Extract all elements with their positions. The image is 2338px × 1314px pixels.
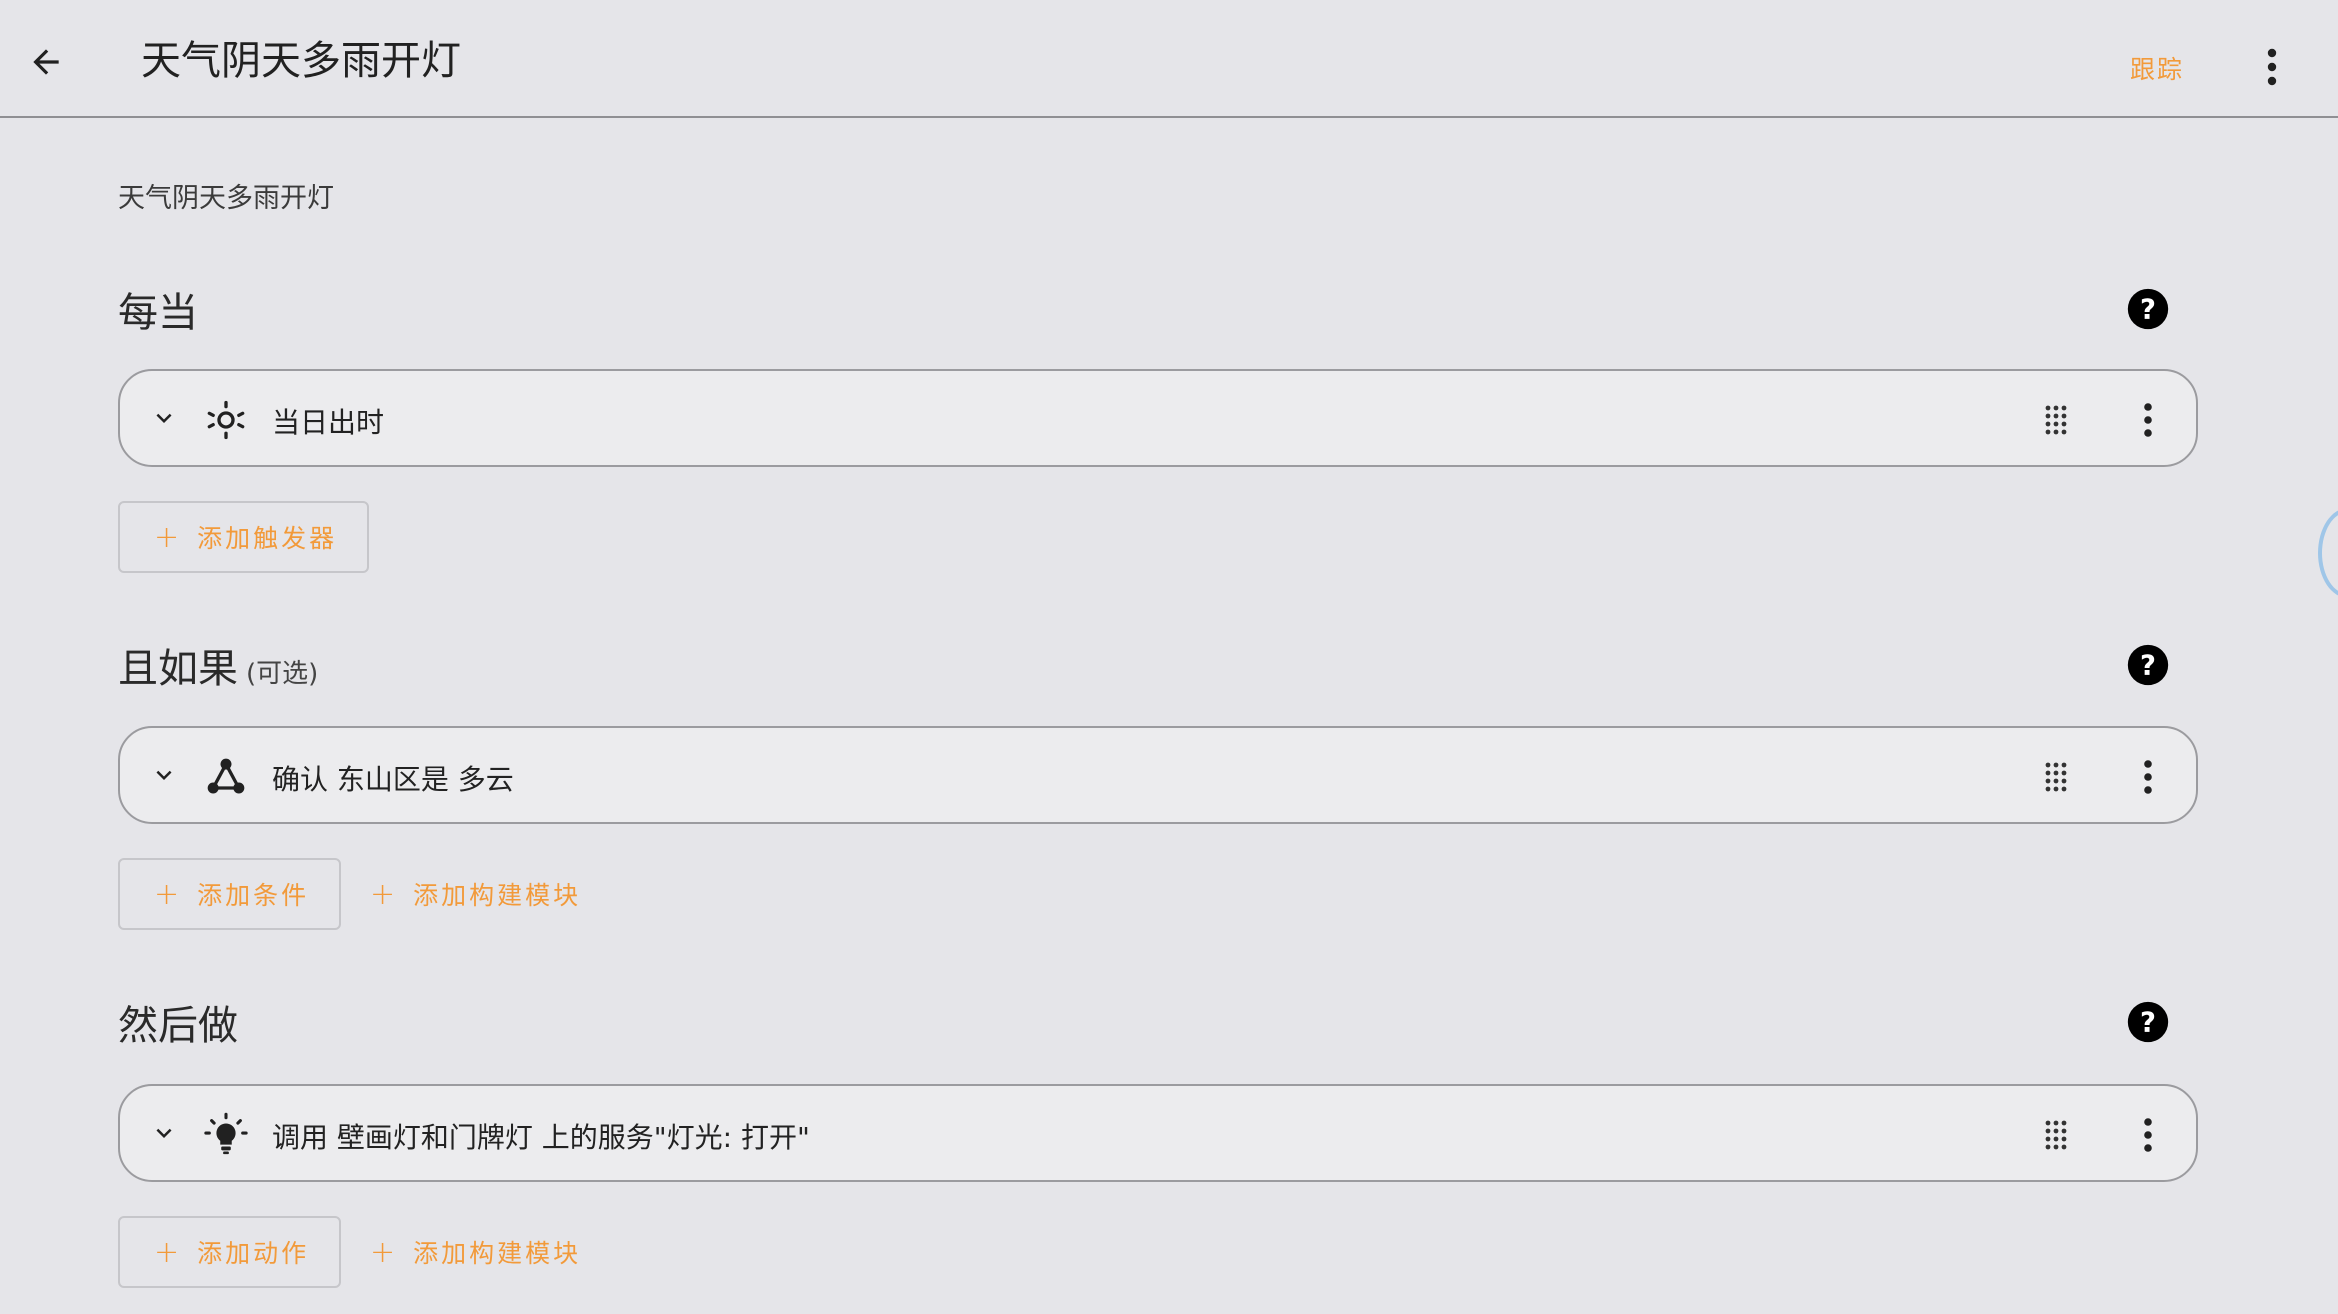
add-action-label: 添加动作 [197,1239,310,1268]
state-condition-icon [202,753,250,801]
add-action-block-button[interactable]: + 添加构建模块 [370,1216,581,1288]
conditions-section-title: 且如果 (可选) [118,636,318,694]
svg-text:?: ? [2140,294,2156,326]
row-menu-button[interactable] [2134,1113,2162,1157]
condition-row[interactable]: 确认 东山区是 多云 [118,726,2198,824]
add-trigger-label: 添加触发器 [197,524,338,553]
add-block-label: 添加构建模块 [413,1239,582,1268]
help-icon[interactable]: ? [2126,643,2170,687]
actions-section-title: 然后做 [118,993,238,1051]
condition-label: 确认 东山区是 多云 [272,763,514,796]
action-row[interactable]: 调用 壁画灯和门牌灯 上的服务"灯光: 打开" [118,1084,2198,1182]
row-menu-button[interactable] [2134,755,2162,799]
expand-button[interactable] [144,398,184,438]
automation-description: 天气阴天多雨开灯 [118,183,334,214]
optional-label: (可选) [246,659,319,689]
chevron-down-icon [156,770,172,780]
conditions-title: 且如果 [118,646,238,692]
drag-handle-icon[interactable] [2038,1117,2074,1153]
add-condition-label: 添加条件 [197,881,310,910]
svg-text:?: ? [2140,1007,2156,1039]
sun-icon [202,396,250,444]
add-condition-block-button[interactable]: + 添加构建模块 [370,858,581,930]
add-action-button[interactable]: + 添加动作 [118,1216,342,1288]
add-block-label: 添加构建模块 [413,881,582,910]
svg-text:?: ? [2140,650,2156,682]
plus-icon: + [154,1234,180,1270]
plus-icon: + [370,876,396,912]
plus-icon: + [154,519,180,555]
automation-editor: 天气阴天多雨开灯 每当 ? 当日出时 + 添加触发器 且如果 (可选) ? 确认… [0,0,2338,1314]
drag-handle-icon[interactable] [2038,402,2074,438]
more-vertical-icon [2144,403,2152,437]
drag-handle-icon[interactable] [2038,759,2074,795]
action-label: 调用 壁画灯和门牌灯 上的服务"灯光: 打开" [272,1121,810,1154]
plus-icon: + [370,1234,396,1270]
plus-icon: + [154,876,180,912]
trigger-label: 当日出时 [272,406,385,439]
chevron-down-icon [156,413,172,423]
floating-assistant-button[interactable] [2318,508,2338,598]
triggers-section-title: 每当 [118,280,198,338]
add-condition-button[interactable]: + 添加条件 [118,858,342,930]
lightbulb-icon [202,1111,250,1159]
trigger-row[interactable]: 当日出时 [118,369,2198,467]
help-icon[interactable]: ? [2126,1000,2170,1044]
help-icon[interactable]: ? [2126,287,2170,331]
expand-button[interactable] [144,755,184,795]
expand-button[interactable] [144,1113,184,1153]
chevron-down-icon [156,1128,172,1138]
row-menu-button[interactable] [2134,398,2162,442]
add-trigger-button[interactable]: + 添加触发器 [118,501,370,573]
triggers-title: 每当 [118,290,198,336]
more-vertical-icon [2144,1118,2152,1152]
actions-title: 然后做 [118,1003,238,1049]
more-vertical-icon [2144,760,2152,794]
